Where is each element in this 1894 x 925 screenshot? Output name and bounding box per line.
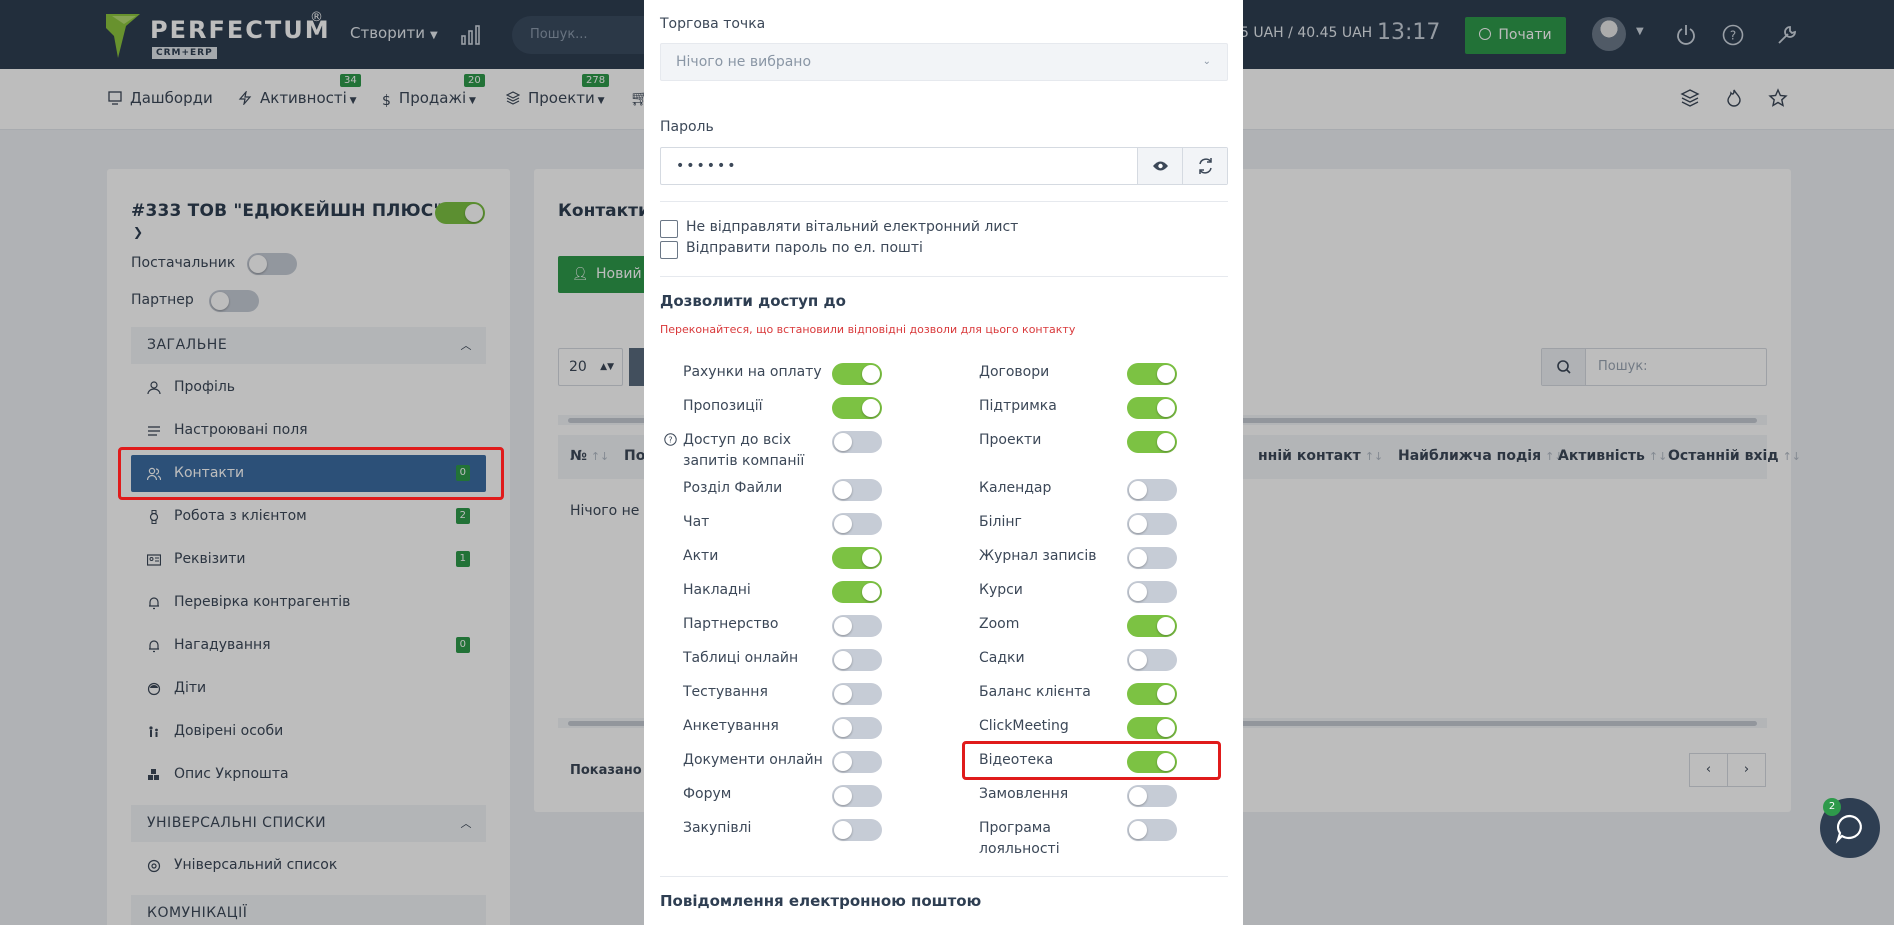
permission-toggle-right-9[interactable]: [1127, 683, 1177, 705]
send-password-checkbox[interactable]: [660, 241, 678, 259]
permission-toggle-left-2[interactable]: [832, 431, 882, 453]
permission-label: Замовлення: [979, 786, 1069, 802]
permission-label: Накладні: [683, 582, 751, 598]
chat-unread-badge: 2: [1823, 798, 1841, 816]
permission-label: Розділ Файли: [683, 480, 783, 496]
permission-label: Проекти: [979, 432, 1042, 448]
access-warning: Переконайтеся, що встановили відповідні …: [660, 323, 1076, 336]
permission-label: Білінг: [979, 514, 1022, 530]
email-notifications-heading: Повідомлення електронною поштою: [660, 892, 982, 910]
permission-toggle-left-10[interactable]: [832, 717, 882, 739]
permission-label: Рахунки на оплату: [683, 364, 822, 380]
divider: [660, 201, 1228, 202]
regenerate-password-button[interactable]: [1182, 148, 1227, 184]
permission-label: Журнал записів: [979, 548, 1097, 564]
permission-label: Форум: [683, 786, 732, 802]
permission-label: Анкетування: [683, 718, 779, 734]
permission-toggle-left-1[interactable]: [832, 397, 882, 419]
permission-label: Пропозиції: [683, 398, 763, 414]
permission-toggle-right-1[interactable]: [1127, 397, 1177, 419]
permission-label: ClickMeeting: [979, 718, 1069, 734]
password-value: ••••••: [676, 158, 738, 174]
permission-toggle-left-7[interactable]: [832, 615, 882, 637]
eye-icon: [1153, 161, 1168, 171]
no-welcome-email-checkbox[interactable]: [660, 220, 678, 238]
permission-toggle-left-8[interactable]: [832, 649, 882, 671]
chevron-down-icon: ⌄: [1202, 56, 1211, 67]
permission-toggle-left-11[interactable]: [832, 751, 882, 773]
divider: [660, 876, 1228, 877]
access-heading: Дозволити доступ до: [660, 292, 846, 310]
permission-label: Документи онлайн: [683, 752, 823, 768]
permission-toggle-left-5[interactable]: [832, 547, 882, 569]
permission-toggle-right-3[interactable]: [1127, 479, 1177, 501]
svg-text:?: ?: [668, 436, 672, 445]
question-circle-icon[interactable]: ?: [664, 433, 677, 446]
permission-label: Акти: [683, 548, 719, 564]
send-password-label: Відправити пароль по ел. пошті: [686, 240, 923, 256]
permission-label: Курси: [979, 582, 1023, 598]
no-welcome-email-label: Не відправляти вітальний електронний лис…: [686, 219, 1019, 235]
store-select[interactable]: Нічого не вибрано ⌄: [660, 43, 1228, 81]
permission-toggle-right-8[interactable]: [1127, 649, 1177, 671]
permission-label: Баланс клієнта: [979, 684, 1091, 700]
permission-label: Чат: [683, 514, 710, 530]
permission-toggle-left-12[interactable]: [832, 785, 882, 807]
contact-modal: Торгова точка Нічого не вибрано ⌄ Пароль …: [644, 0, 1243, 925]
permission-toggle-left-6[interactable]: [832, 581, 882, 603]
permission-toggle-left-3[interactable]: [832, 479, 882, 501]
highlight-contacts: [118, 447, 504, 500]
permission-toggle-right-10[interactable]: [1127, 717, 1177, 739]
permission-toggle-right-13[interactable]: [1127, 819, 1177, 841]
password-field[interactable]: ••••••: [660, 147, 1228, 185]
highlight-videoteka: [962, 741, 1221, 780]
permission-toggle-right-4[interactable]: [1127, 513, 1177, 535]
permission-label: Доступ до всіх запитів компанії: [683, 432, 805, 469]
permission-toggle-right-0[interactable]: [1127, 363, 1177, 385]
permission-label: Тестування: [683, 684, 768, 700]
permission-toggle-right-6[interactable]: [1127, 581, 1177, 603]
permission-label: Закупівлі: [683, 820, 752, 836]
permission-label: Підтримка: [979, 398, 1057, 414]
permission-label: Програма лояльності: [979, 820, 1060, 857]
show-password-button[interactable]: [1137, 148, 1182, 184]
permission-label: Таблиці онлайн: [683, 650, 799, 666]
permission-label: Zoom: [979, 616, 1020, 632]
permission-label: Садки: [979, 650, 1025, 666]
permission-label: Договори: [979, 364, 1050, 380]
permission-label: Календар: [979, 480, 1052, 496]
password-label: Пароль: [660, 119, 714, 135]
permission-toggle-left-13[interactable]: [832, 819, 882, 841]
store-label: Торгова точка: [660, 16, 766, 32]
permission-toggle-left-0[interactable]: [832, 363, 882, 385]
permission-toggle-right-5[interactable]: [1127, 547, 1177, 569]
permission-toggle-right-7[interactable]: [1127, 615, 1177, 637]
permission-toggle-left-9[interactable]: [832, 683, 882, 705]
divider: [660, 276, 1228, 277]
permission-label: Партнерство: [683, 616, 779, 632]
store-value: Нічого не вибрано: [676, 54, 812, 70]
refresh-icon: [1199, 158, 1212, 174]
permission-toggle-left-4[interactable]: [832, 513, 882, 535]
permission-toggle-right-12[interactable]: [1127, 785, 1177, 807]
permission-toggle-right-2[interactable]: [1127, 431, 1177, 453]
